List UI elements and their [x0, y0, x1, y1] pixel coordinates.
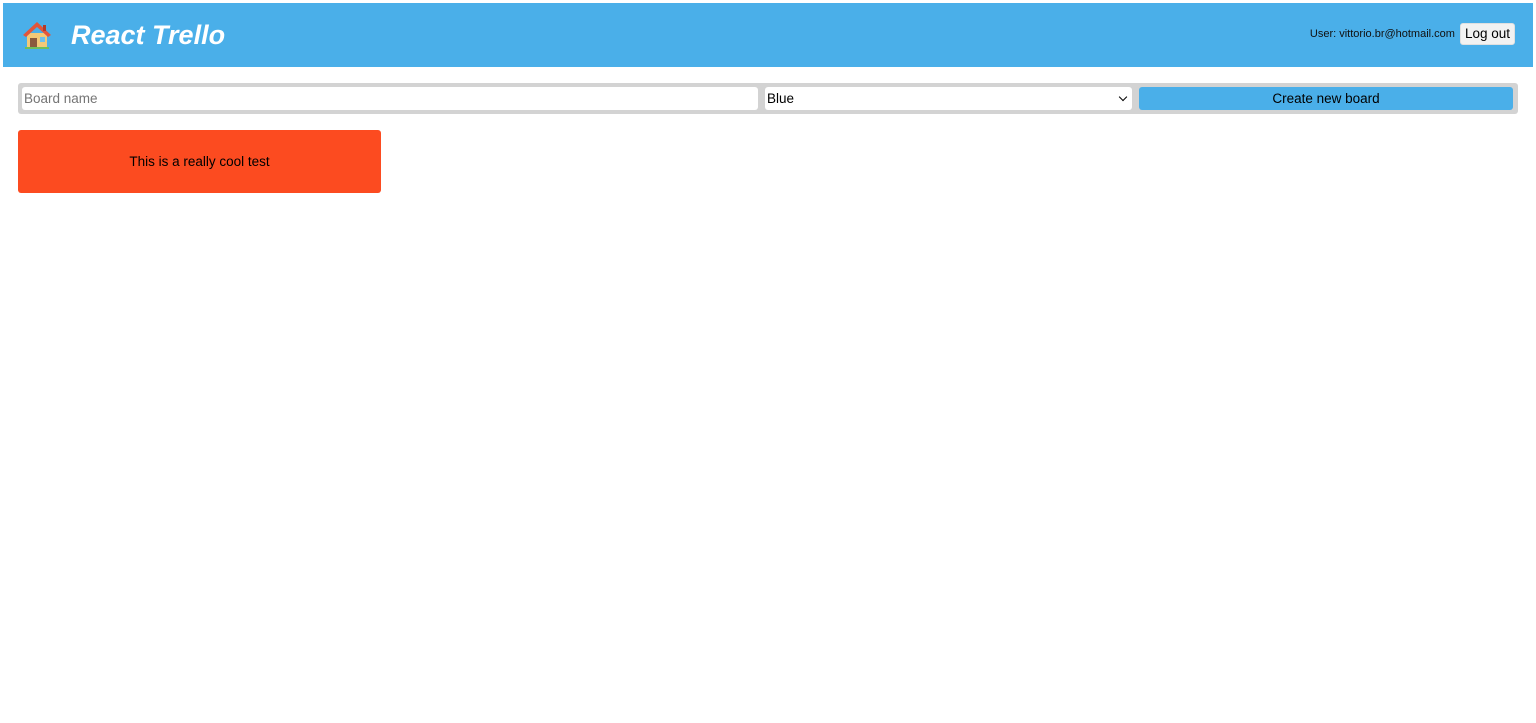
create-board-button[interactable]: Create new board [1139, 87, 1513, 110]
board-name-input[interactable] [22, 87, 758, 110]
user-area: User: vittorio.br@hotmail.com Log out [1310, 23, 1515, 45]
board-color-select[interactable]: Blue [765, 87, 1132, 110]
logout-button[interactable]: Log out [1459, 23, 1515, 45]
app-header: React Trello User: vittorio.br@hotmail.c… [3, 3, 1533, 67]
board-color-selected-value: Blue [767, 91, 795, 106]
home-link[interactable] [21, 19, 53, 51]
app-title: React Trello [71, 20, 226, 50]
house-icon [23, 22, 51, 49]
new-board-form: Blue Create new board [18, 83, 1518, 114]
chevron-down-icon [1118, 92, 1128, 102]
board-title: This is a really cool test [129, 154, 270, 169]
user-email-label: User: vittorio.br@hotmail.com [1309, 28, 1455, 40]
board-card[interactable]: This is a really cool test [18, 130, 381, 193]
